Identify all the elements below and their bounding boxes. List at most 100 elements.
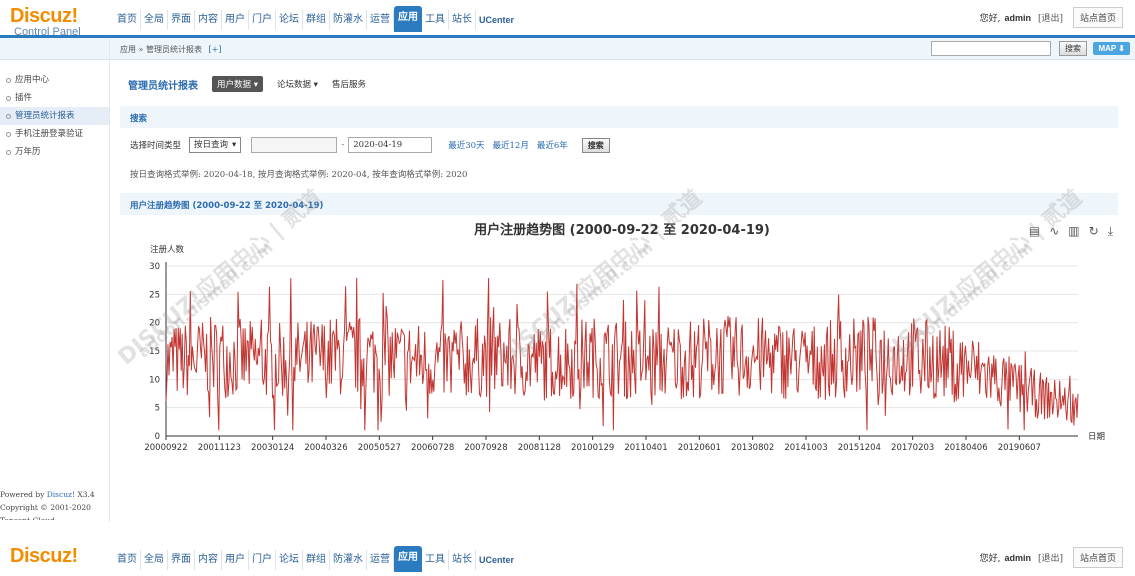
bullet-icon (6, 113, 11, 119)
nav-item[interactable]: 界面 (168, 10, 195, 30)
x-tick-label: 20141003 (784, 443, 827, 453)
company-line: Tencent Cloud. (0, 514, 95, 520)
sidebar: 应用中心插件管理员统计报表 手机注册登录验证 万年历 Powered by Disc… (0, 38, 110, 522)
duplicate-nav-item[interactable]: 全局 (141, 550, 168, 570)
nav-item[interactable]: 站长 (449, 10, 476, 30)
sidebar-item[interactable]: 插件 (0, 89, 109, 107)
duplicate-header: Discuz! 首页 全局 界面 内容 用户 门户 论坛 群组 防灌水 运营 应用 工具 站长 UCent… (0, 540, 1135, 576)
duplicate-nav-item[interactable]: 防灌水 (330, 550, 367, 570)
duplicate-nav-item[interactable]: 内容 (195, 550, 222, 570)
end-date-input[interactable]: 2020-04-19 (348, 137, 433, 153)
nav-item[interactable]: 防灌水 (330, 10, 367, 30)
nav-item[interactable]: UCenter (476, 10, 517, 30)
chart-section-label: 用户注册趋势图 (2000-09-22 至 2020-04-19) (130, 201, 324, 211)
site-home-button[interactable]: 站点首页 (1072, 7, 1123, 28)
x-tick-label: 20050527 (358, 443, 401, 453)
tab-user-data[interactable]: 用户数据 ▾ (212, 76, 263, 92)
sidebar-item[interactable]: 管理员统计报表 (0, 107, 109, 125)
chart-title: 用户注册趋势图 (2000-09-22 至 2020-04-19) (473, 222, 770, 238)
y-tick-label: 0 (155, 432, 160, 442)
logo[interactable]: Discuz! Control Panel (10, 6, 110, 38)
duplicate-nav-item[interactable]: 论坛 (276, 550, 303, 570)
menu-search-button[interactable]: 搜索 (1059, 41, 1087, 56)
last-12-months-link[interactable]: 最近12月 (493, 139, 529, 151)
time-type-value: 按日查询 (194, 140, 229, 150)
search-button[interactable]: 搜索 (581, 137, 610, 153)
duplicate-site-home-button[interactable]: 站点首页 (1072, 547, 1123, 568)
duplicate-logout-link[interactable]: [退出] (1038, 551, 1063, 564)
duplicate-nav-item[interactable]: 群组 (303, 550, 330, 570)
sidebar-item-label: 手机注册登录验证 (15, 129, 84, 139)
sub-bar: 应用 » 管理员统计报表 [+] 搜索 MAP ⬇ (110, 38, 1135, 60)
duplicate-logo[interactable]: Discuz! (10, 546, 110, 566)
nav-item[interactable]: 首页 (114, 10, 141, 30)
x-tick-label: 20190607 (998, 443, 1041, 453)
menu-search-input[interactable] (931, 41, 1051, 56)
breadcrumb-root[interactable]: 应用 (120, 45, 136, 54)
format-hint: 按日查询格式举例: 2020-04-18, 按月查询格式举例: 2020-04,… (130, 170, 468, 180)
nav-item[interactable]: 工具 (422, 10, 449, 30)
duplicate-nav-item[interactable]: 首页 (114, 550, 141, 570)
x-tick-label: 20060728 (411, 443, 454, 453)
duplicate-nav-item[interactable]: 运营 (367, 550, 394, 570)
copyright-line: Copyright © 2001-2020 (0, 503, 91, 512)
screenshot-gap (0, 522, 1135, 540)
nav-item[interactable]: 运营 (367, 10, 394, 30)
tab-forum-data[interactable]: 论坛数据 ▾ (277, 78, 318, 90)
search-form: 选择时间类型 按日查询 ▾ - 2020-04-19 最近30天 最近12月 最… (130, 137, 610, 153)
x-tick-label: 20100129 (571, 443, 614, 453)
top-nav: 首页 全局 界面 内容 用户 门户 论坛 群组 防灌水 运营 应用 工具 站长 UCenter (114, 6, 517, 36)
y-tick-label: 20 (149, 319, 160, 329)
last-30-days-link[interactable]: 最近30天 (448, 139, 484, 151)
duplicate-nav-item[interactable]: UCenter (476, 550, 517, 570)
bullet-icon (6, 77, 11, 83)
duplicate-nav-item[interactable]: 门户 (249, 550, 276, 570)
date-separator: - (341, 140, 345, 150)
registration-trend-chart: 用户注册趋势图 (2000-09-22 至 2020-04-19) 注册人数 0 5 1… (144, 222, 1105, 453)
y-tick-label: 25 (149, 290, 160, 300)
powered-by-version: X3.4 (75, 490, 95, 499)
sidebar-item[interactable]: 万年历 (0, 143, 109, 161)
nav-item[interactable]: 用户 (222, 10, 249, 30)
x-tick-label: 20110401 (624, 443, 667, 453)
nav-item[interactable]: 全局 (141, 10, 168, 30)
sidebar-item-label: 应用中心 (15, 75, 50, 85)
app-window: Discuz! Control Panel 首页 全局 界面 内容 用户 门户 论坛 群组 防灌… (0, 0, 1135, 576)
nav-item[interactable]: 群组 (303, 10, 330, 30)
y-tick-label: 5 (155, 404, 160, 414)
sidebar-item[interactable]: 应用中心 (0, 71, 109, 89)
main-content: 管理员统计报表 用户数据 ▾ 论坛数据 ▾ 售后服务 搜索 选择时间类型 按日查… (110, 60, 1135, 522)
duplicate-top-nav: 首页 全局 界面 内容 用户 门户 论坛 群组 防灌水 运营 应用 工具 站长 UCenter (114, 546, 517, 576)
discuz-link[interactable]: Discuz! (47, 490, 75, 499)
sidebar-item[interactable]: 手机注册登录验证 (0, 125, 109, 143)
nav-item[interactable]: 论坛 (276, 10, 303, 30)
last-6-years-link[interactable]: 最近6年 (537, 139, 568, 151)
nav-item[interactable]: 门户 (249, 10, 276, 30)
y-tick-label: 15 (149, 347, 160, 357)
start-date-input[interactable] (251, 137, 338, 153)
add-shortcut-link[interactable]: [+] (209, 45, 222, 54)
nav-item[interactable]: 内容 (195, 10, 222, 30)
duplicate-nav-item[interactable]: 用户 (222, 550, 249, 570)
map-button[interactable]: MAP ⬇ (1093, 42, 1130, 55)
x-tick-label: 20011123 (198, 443, 241, 453)
sidebar-item-label: 管理员统计报表 (15, 111, 75, 121)
tab-after-sales[interactable]: 售后服务 (332, 78, 366, 90)
sidebar-item-label: 万年历 (15, 147, 41, 157)
sidebar-menu: 应用中心插件管理员统计报表 手机注册登录验证 万年历 (0, 71, 109, 161)
logout-link[interactable]: [退出] (1038, 11, 1063, 24)
time-type-select[interactable]: 按日查询 ▾ (189, 137, 242, 153)
x-tick-label: 20180406 (944, 443, 987, 453)
powered-by-prefix: Powered by (0, 490, 47, 499)
x-tick-label: 20030124 (251, 443, 294, 453)
chart-section-bar: 用户注册趋势图 (2000-09-22 至 2020-04-19) (120, 193, 1118, 215)
x-tick-label: 20151204 (838, 443, 881, 453)
duplicate-nav-item[interactable]: 工具 (422, 550, 449, 570)
duplicate-nav-item[interactable]: 应用 (394, 546, 422, 572)
duplicate-nav-item[interactable]: 界面 (168, 550, 195, 570)
username: admin (1004, 12, 1031, 23)
breadcrumb-separator: » (138, 45, 144, 54)
duplicate-user-area: 您好, admin [退出] 站点首页 (980, 547, 1123, 568)
nav-item[interactable]: 应用 (394, 6, 422, 32)
duplicate-nav-item[interactable]: 站长 (449, 550, 476, 570)
